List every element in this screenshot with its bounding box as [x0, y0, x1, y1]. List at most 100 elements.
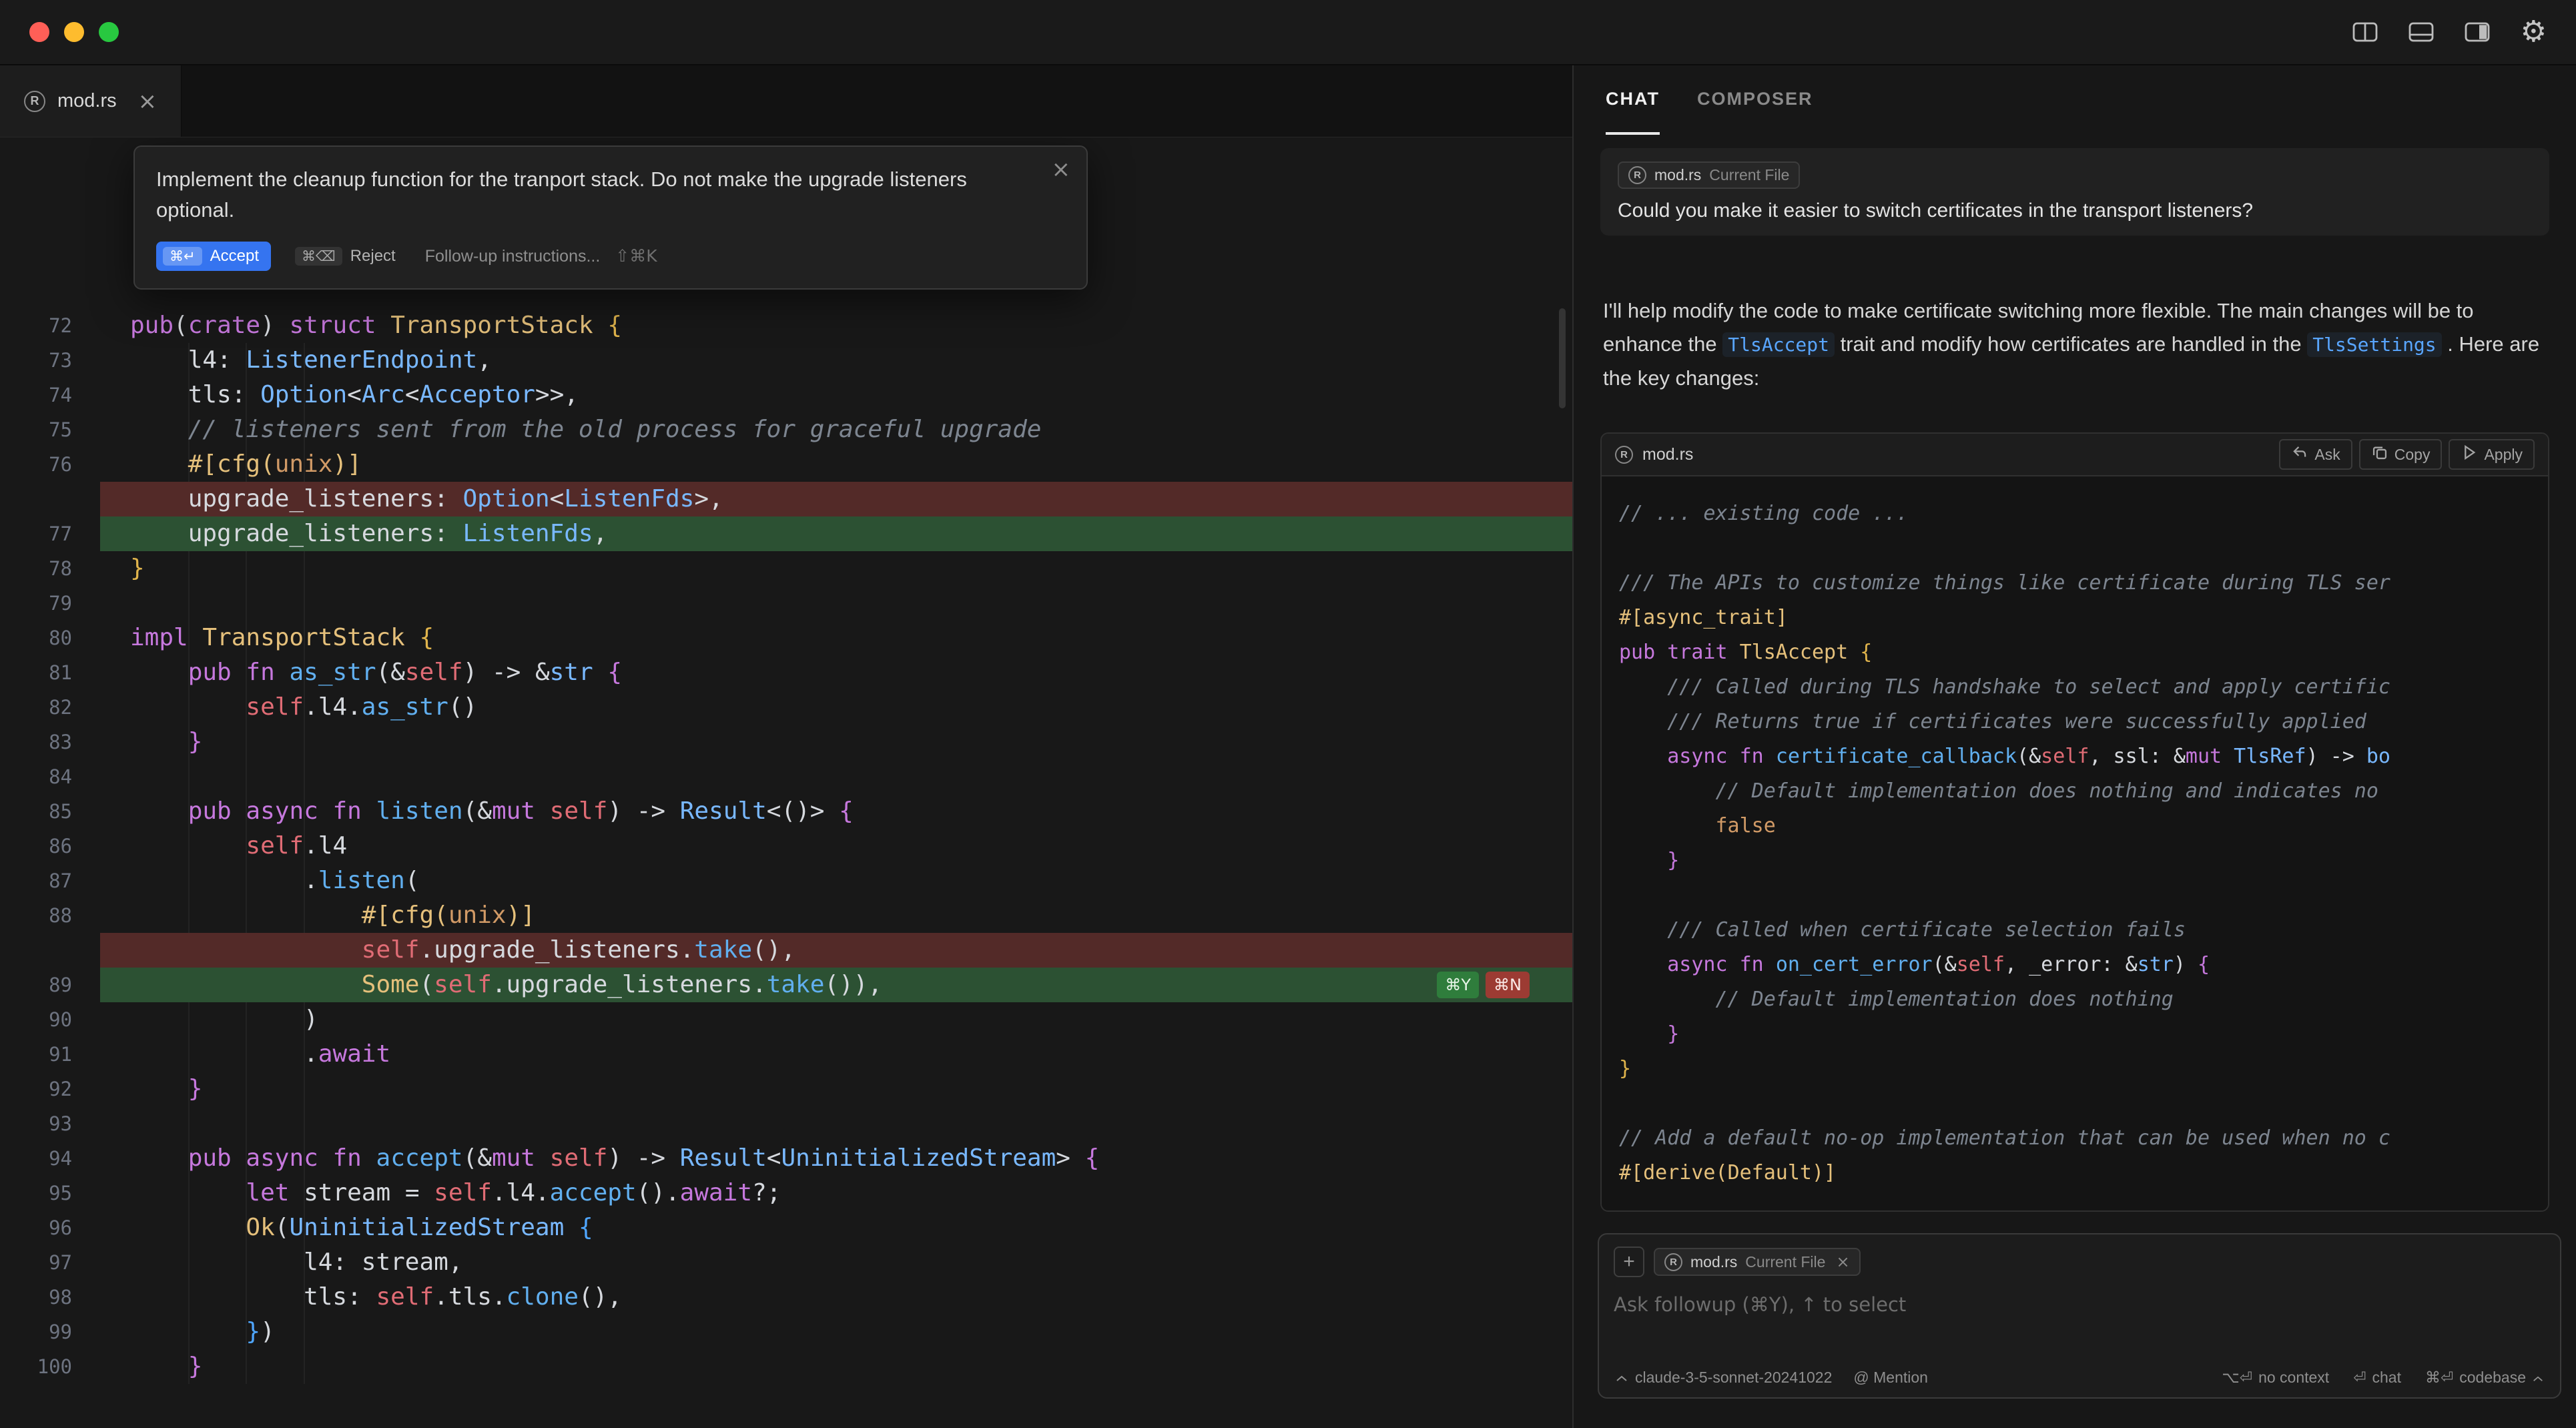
add-context-button[interactable]: +	[1614, 1246, 1644, 1277]
line-number: 78	[0, 551, 100, 586]
code-text: let stream = self.l4.accept().await?;	[100, 1176, 1572, 1210]
code-line: 84	[0, 759, 1572, 794]
line-number: 83	[0, 725, 100, 759]
line-number: 90	[0, 1002, 100, 1037]
chip-context-label: Current File	[1709, 166, 1789, 184]
code-block-file: R mod.rs	[1615, 445, 1693, 464]
code-text: // Add a default no-op implementation th…	[1619, 1121, 2531, 1156]
tab-close-icon[interactable]: ×	[138, 88, 157, 115]
inline-code: TlsSettings	[2307, 332, 2441, 357]
code-text: async fn certificate_callback(&self, ssl…	[1619, 739, 2531, 774]
code-line: 94 pub async fn accept(&mut self) -> Res…	[0, 1141, 1572, 1176]
chip-context-label: Current File	[1745, 1253, 1825, 1271]
code-text: // ... existing code ...	[1619, 496, 2531, 531]
line-number: 89	[0, 968, 100, 1002]
code-text: pub trait TlsAccept {	[1619, 635, 2531, 670]
code-line: async fn on_cert_error(&self, _error: &s…	[1619, 948, 2531, 982]
code-line: 86 self.l4	[0, 829, 1572, 863]
code-text: // Default implementation does nothing a…	[1619, 774, 2531, 809]
copy-button[interactable]: Copy	[2359, 439, 2443, 470]
chip-close-icon[interactable]: ×	[1836, 1253, 1849, 1271]
chat-tab-bar: CHAT COMPOSER	[1574, 65, 2576, 135]
code-line: 83 }	[0, 725, 1572, 759]
code-text: upgrade_listeners: ListenFds,	[100, 516, 1572, 551]
code-text: .await	[100, 1037, 1572, 1072]
code-text: self.l4.as_str()	[100, 690, 1572, 725]
ask-label: Ask	[2314, 446, 2340, 464]
code-line: 75 // listeners sent from the old proces…	[0, 412, 1572, 447]
followup-instructions-button[interactable]: Follow-up instructions... ⇧⌘K	[425, 246, 657, 266]
apply-button[interactable]: Apply	[2449, 439, 2535, 470]
chat-panel: CHAT COMPOSER R mod.rs Current File Coul…	[1572, 65, 2576, 1428]
editor-scrollbar-thumb[interactable]	[1559, 308, 1566, 408]
code-text: }	[100, 725, 1572, 759]
code-text: /// Returns true if certificates were su…	[1619, 705, 2531, 739]
accept-button[interactable]: ⌘↵ Accept	[156, 242, 271, 271]
code-line: 82 self.l4.as_str()	[0, 690, 1572, 725]
code-text: /// The APIs to customize things like ce…	[1619, 566, 2531, 601]
mention-button[interactable]: @ Mention	[1853, 1369, 1928, 1387]
code-text: }	[100, 1072, 1572, 1106]
settings-gear-icon[interactable]: ⚙	[2521, 17, 2547, 47]
chat-input-box[interactable]: + R mod.rs Current File × Ask followup (…	[1598, 1233, 2561, 1399]
code-text: impl TransportStack {	[100, 621, 1572, 655]
window-close-button[interactable]	[29, 22, 49, 42]
code-line: pub trait TlsAccept {	[1619, 635, 2531, 670]
chat-input-placeholder[interactable]: Ask followup (⌘Y), ↑ to select	[1614, 1293, 2545, 1316]
code-line: 92 }	[0, 1072, 1572, 1106]
code-line: // ... existing code ...	[1619, 496, 2531, 531]
chevron-up-icon	[1615, 1369, 1628, 1387]
code-line: 77 upgrade_listeners: ListenFds,	[0, 516, 1572, 551]
popup-prompt-text: Implement the cleanup function for the t…	[156, 164, 1004, 226]
codebase-shortcut[interactable]: ⌘⏎ codebase	[2425, 1369, 2544, 1387]
tab-chat[interactable]: CHAT	[1606, 65, 1660, 135]
window-zoom-button[interactable]	[99, 22, 119, 42]
code-text: #[cfg(unix)]	[100, 447, 1572, 482]
code-text: pub async fn listen(&mut self) -> Result…	[100, 794, 1572, 829]
code-text: tls: self.tls.clone(),	[100, 1280, 1572, 1315]
popup-close-icon[interactable]: ×	[1052, 156, 1071, 183]
panel-bottom-icon[interactable]	[2408, 21, 2434, 43]
inline-ai-prompt-popup: × Implement the cleanup function for the…	[133, 145, 1088, 290]
code-editor[interactable]: 72pub(crate) struct TransportStack {73 l…	[0, 137, 1572, 1428]
no-context-shortcut[interactable]: ⌥⏎ no context	[2222, 1369, 2329, 1387]
code-text: pub async fn accept(&mut self) -> Result…	[100, 1141, 1572, 1176]
code-line: }	[1619, 843, 2531, 878]
code-line: 91 .await	[0, 1037, 1572, 1072]
line-number: 73	[0, 343, 100, 378]
window-titlebar: ⚙	[0, 0, 2576, 65]
user-message-text: Could you make it easier to switch certi…	[1618, 200, 2532, 222]
diff-reject-badge[interactable]: ⌘N	[1486, 972, 1530, 998]
code-text: // listeners sent from the old process f…	[100, 412, 1572, 447]
line-number	[0, 482, 100, 516]
line-number: 80	[0, 621, 100, 655]
input-context-chip[interactable]: R mod.rs Current File ×	[1654, 1248, 1861, 1276]
code-line: 81 pub fn as_str(&self) -> &str {	[0, 655, 1572, 690]
diff-accept-badge[interactable]: ⌘Y	[1437, 972, 1479, 998]
code-line: 100 }	[0, 1349, 1572, 1384]
model-selector[interactable]: claude-3-5-sonnet-20241022	[1615, 1369, 1832, 1387]
tab-mod-rs[interactable]: R mod.rs ×	[0, 65, 182, 137]
code-line: async fn certificate_callback(&self, ssl…	[1619, 739, 2531, 774]
tab-composer[interactable]: COMPOSER	[1697, 65, 1813, 135]
context-chip[interactable]: R mod.rs Current File	[1618, 161, 1800, 189]
code-text: }	[100, 1349, 1572, 1384]
code-text: tls: Option<Arc<Acceptor>>,	[100, 378, 1572, 412]
chat-shortcut[interactable]: ⏎ chat	[2353, 1369, 2401, 1387]
code-block-file-name: mod.rs	[1642, 445, 1693, 464]
code-line: 96 Ok(UninitializedStream {	[0, 1210, 1572, 1245]
split-editor-icon[interactable]	[2352, 21, 2378, 43]
shortcut-keys: ⌘⏎	[2425, 1369, 2453, 1387]
code-lines: 72pub(crate) struct TransportStack {73 l…	[0, 308, 1572, 1384]
code-line: 76 #[cfg(unix)]	[0, 447, 1572, 482]
code-line: 88 #[cfg(unix)]	[0, 898, 1572, 933]
panel-right-icon[interactable]	[2465, 21, 2490, 43]
line-number: 94	[0, 1141, 100, 1176]
code-text: }	[100, 551, 1572, 586]
code-text: self.upgrade_listeners.take(),	[100, 933, 1572, 968]
ask-button[interactable]: Ask	[2279, 439, 2352, 470]
line-number: 88	[0, 898, 100, 933]
window-minimize-button[interactable]	[64, 22, 84, 42]
ask-icon	[2291, 444, 2308, 465]
reject-button[interactable]: ⌘⌫ Reject	[295, 247, 396, 266]
